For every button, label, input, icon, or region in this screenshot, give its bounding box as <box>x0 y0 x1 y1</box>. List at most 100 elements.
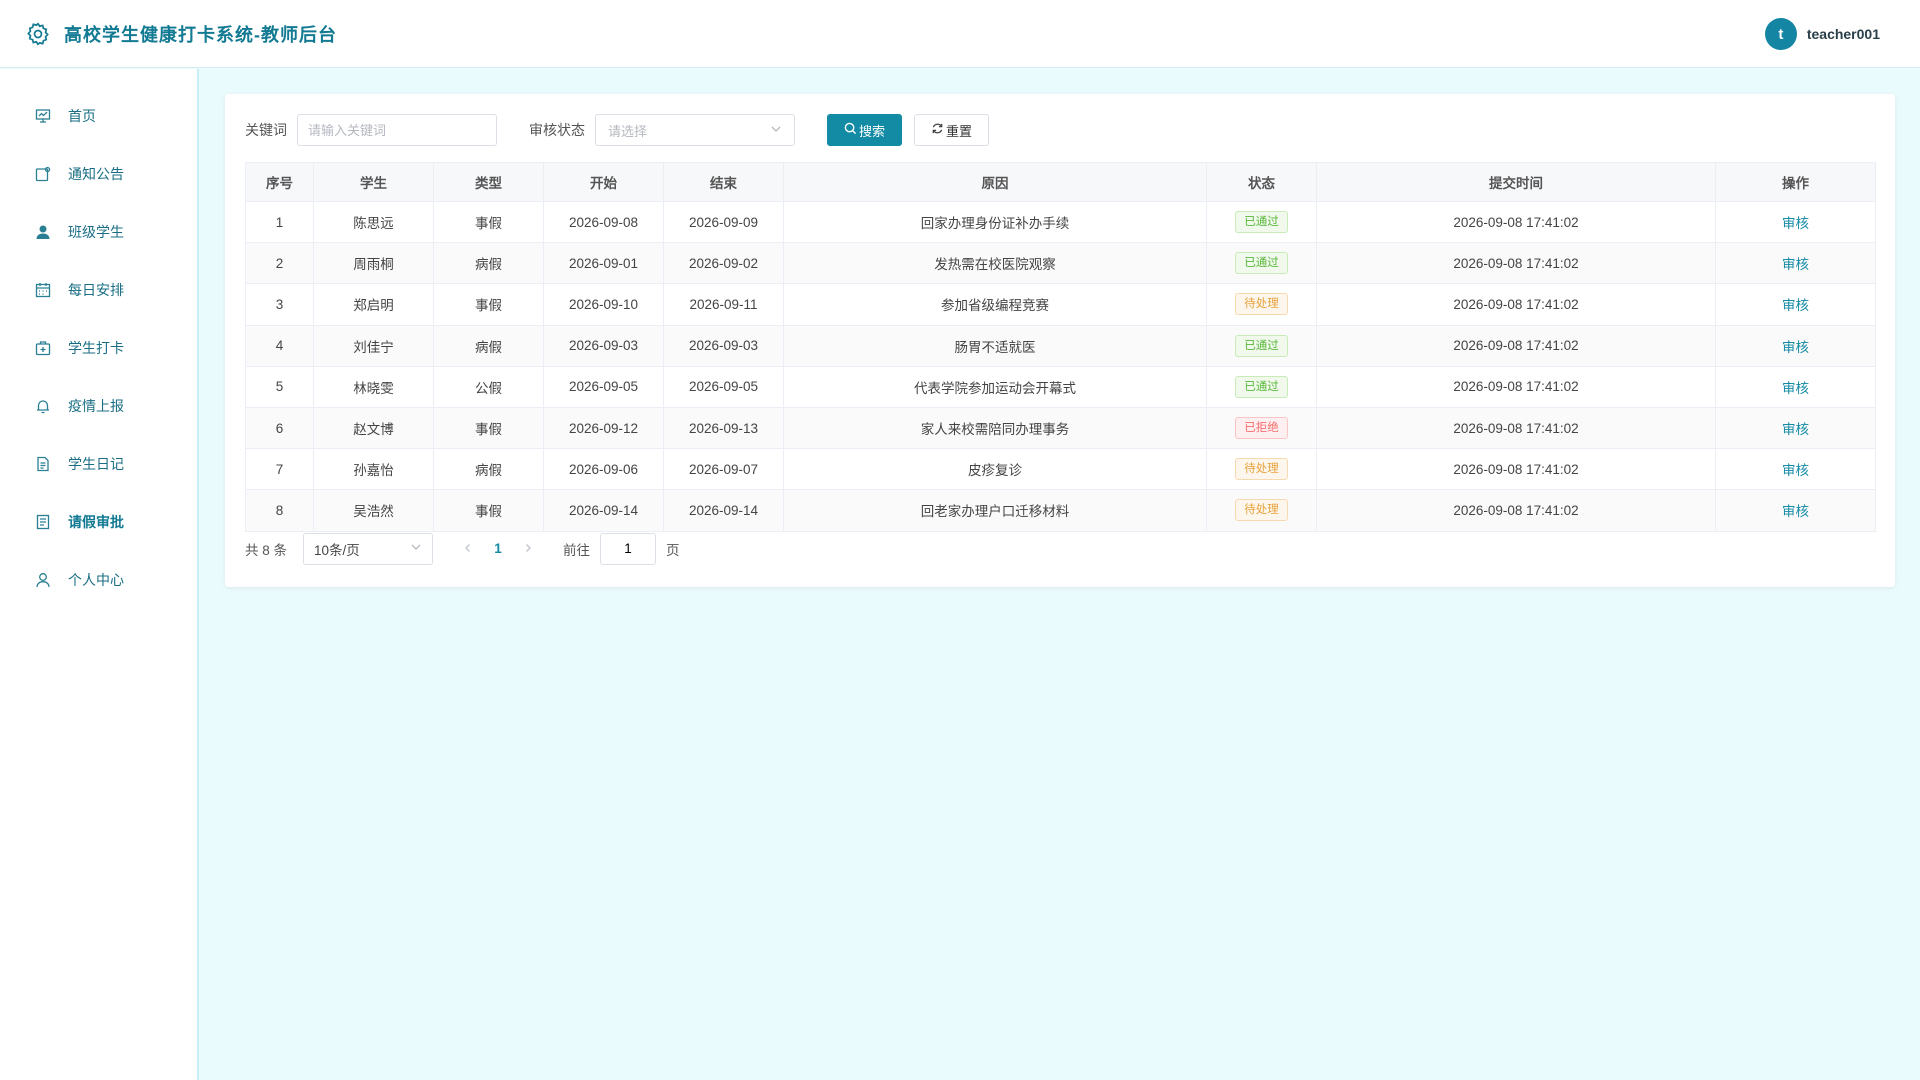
sidebar-item-home[interactable]: 首页 <box>0 87 197 145</box>
row-student: 林晓雯 <box>313 365 434 408</box>
review-link[interactable]: 审核 <box>1782 298 1809 313</box>
row-end: 2026-09-05 <box>663 365 784 408</box>
sidebar-item-daily-schedule[interactable]: 每日安排 <box>0 261 197 319</box>
review-link[interactable]: 审核 <box>1782 216 1809 231</box>
next-page-icon[interactable] <box>513 541 543 556</box>
gear-icon <box>24 20 52 48</box>
username[interactable]: teacher001 <box>1807 26 1880 42</box>
avatar[interactable]: t <box>1764 18 1797 50</box>
row-status: 已通过 <box>1206 242 1317 285</box>
status-select-placeholder: 请选择 <box>608 123 648 139</box>
status-select[interactable]: 请选择 <box>595 114 795 146</box>
row-no: 5 <box>245 365 314 408</box>
row-student: 刘佳宁 <box>313 324 434 367</box>
sidebar-item-profile[interactable]: 个人中心 <box>0 551 197 609</box>
page-size-select[interactable]: 10条/页 <box>303 532 434 565</box>
row-submitted: 2026-09-08 17:41:02 <box>1316 283 1716 326</box>
search-button[interactable]: 搜索 <box>827 114 903 146</box>
row-no: 3 <box>245 283 314 326</box>
row-status: 已拒绝 <box>1206 406 1317 450</box>
keyword-label: 关键词 <box>245 122 287 138</box>
row-type: 病假 <box>433 448 544 491</box>
sidebar-item-student-checkin[interactable]: 学生打卡 <box>0 319 197 377</box>
keyword-input[interactable] <box>297 114 497 146</box>
col-header-submitted: 提交时间 <box>1316 162 1716 202</box>
status-label: 审核状态 <box>529 122 585 138</box>
row-submitted: 2026-09-08 17:41:02 <box>1316 242 1716 285</box>
reset-button[interactable]: 重置 <box>914 114 990 146</box>
user-menu[interactable]: t teacher001 <box>1764 18 1880 50</box>
row-submitted: 2026-09-08 17:41:02 <box>1316 365 1716 408</box>
goto-page-input[interactable] <box>600 532 657 565</box>
row-submitted: 2026-09-08 17:41:02 <box>1316 448 1716 491</box>
chevron-down-icon <box>770 123 782 138</box>
notice-icon <box>34 165 52 183</box>
row-type: 事假 <box>433 283 544 326</box>
review-link[interactable]: 审核 <box>1782 422 1809 437</box>
row-start: 2026-09-12 <box>543 406 664 450</box>
row-reason: 肠胃不适就医 <box>783 324 1207 367</box>
row-start: 2026-09-08 <box>543 200 664 244</box>
page-number-current[interactable]: 1 <box>483 541 513 556</box>
review-link[interactable]: 审核 <box>1782 504 1809 519</box>
row-submitted: 2026-09-08 17:41:02 <box>1316 324 1716 367</box>
row-type: 事假 <box>433 200 544 244</box>
leave-list-card: 关键词 审核状态 请选择 搜索 重置 <box>225 94 1895 587</box>
row-reason: 代表学院参加运动会开幕式 <box>783 365 1207 408</box>
bell-icon <box>34 397 52 415</box>
row-start: 2026-09-06 <box>543 448 664 491</box>
sidebar-item-label: 学生日记 <box>68 456 124 472</box>
refresh-icon <box>931 122 946 138</box>
row-no: 1 <box>245 200 314 244</box>
row-start: 2026-09-14 <box>543 489 664 532</box>
row-reason: 家人来校需陪同办理事务 <box>783 406 1207 450</box>
top-header: 高校学生健康打卡系统-教师后台 t teacher001 <box>0 0 1920 68</box>
row-no: 8 <box>245 489 314 532</box>
col-header-reason: 原因 <box>783 162 1207 202</box>
row-action: 审核 <box>1715 283 1876 326</box>
row-student: 郑启明 <box>313 283 434 326</box>
table-row: 8 吴浩然 事假 2026-09-14 2026-09-14 回老家办理户口迁移材料 待处理… <box>245 489 1876 532</box>
table-row: 1 陈思远 事假 2026-09-08 2026-09-09 回家办理身份证补办手续 已通过… <box>245 200 1876 244</box>
search-icon <box>844 122 859 138</box>
row-submitted: 2026-09-08 17:41:02 <box>1316 489 1716 532</box>
row-status: 已通过 <box>1206 200 1317 244</box>
row-start: 2026-09-05 <box>543 365 664 408</box>
row-start: 2026-09-03 <box>543 324 664 367</box>
row-no: 4 <box>245 324 314 367</box>
sidebar-item-class-students[interactable]: 班级学生 <box>0 203 197 261</box>
row-student: 吴浩然 <box>313 489 434 532</box>
sidebar-item-label: 首页 <box>68 108 96 124</box>
sidebar-item-epidemic-report[interactable]: 疫情上报 <box>0 377 197 435</box>
sidebar-item-label: 每日安排 <box>68 282 124 298</box>
total-count: 共 8 条 <box>245 542 288 558</box>
col-header-action: 操作 <box>1715 162 1876 202</box>
sidebar-item-notice[interactable]: 通知公告 <box>0 145 197 203</box>
row-type: 事假 <box>433 406 544 450</box>
row-reason: 回老家办理户口迁移材料 <box>783 489 1207 532</box>
col-header-no: 序号 <box>245 162 314 202</box>
table-row: 5 林晓雯 公假 2026-09-05 2026-09-05 代表学院参加运动会开幕式 已通… <box>245 365 1876 408</box>
page-suffix: 页 <box>666 542 680 558</box>
pagination: 共 8 条 10条/页 1 前往 页 <box>245 532 1875 566</box>
review-link[interactable]: 审核 <box>1782 257 1809 272</box>
row-start: 2026-09-01 <box>543 242 664 285</box>
status-badge: 待处理 <box>1235 293 1288 316</box>
review-link[interactable]: 审核 <box>1782 381 1809 396</box>
row-submitted: 2026-09-08 17:41:02 <box>1316 406 1716 450</box>
prev-page-icon[interactable] <box>453 541 483 556</box>
leave-table: 序号 学生 类型 开始 结束 原因 状态 提交时间 操作 1 陈思远 事假 2026-… <box>245 162 1876 532</box>
status-badge: 已通过 <box>1235 334 1288 357</box>
review-link[interactable]: 审核 <box>1782 340 1809 355</box>
status-badge: 已通过 <box>1235 375 1288 398</box>
sidebar-item-student-diary[interactable]: 学生日记 <box>0 435 197 493</box>
sidebar-item-leave-approval[interactable]: 请假审批 <box>0 493 197 551</box>
row-student: 赵文博 <box>313 406 434 450</box>
row-submitted: 2026-09-08 17:41:02 <box>1316 200 1716 244</box>
row-status: 已通过 <box>1206 365 1317 408</box>
row-reason: 回家办理身份证补办手续 <box>783 200 1207 244</box>
row-type: 事假 <box>433 489 544 532</box>
review-link[interactable]: 审核 <box>1782 463 1809 478</box>
row-end: 2026-09-02 <box>663 242 784 285</box>
row-student: 孙嘉怡 <box>313 448 434 491</box>
